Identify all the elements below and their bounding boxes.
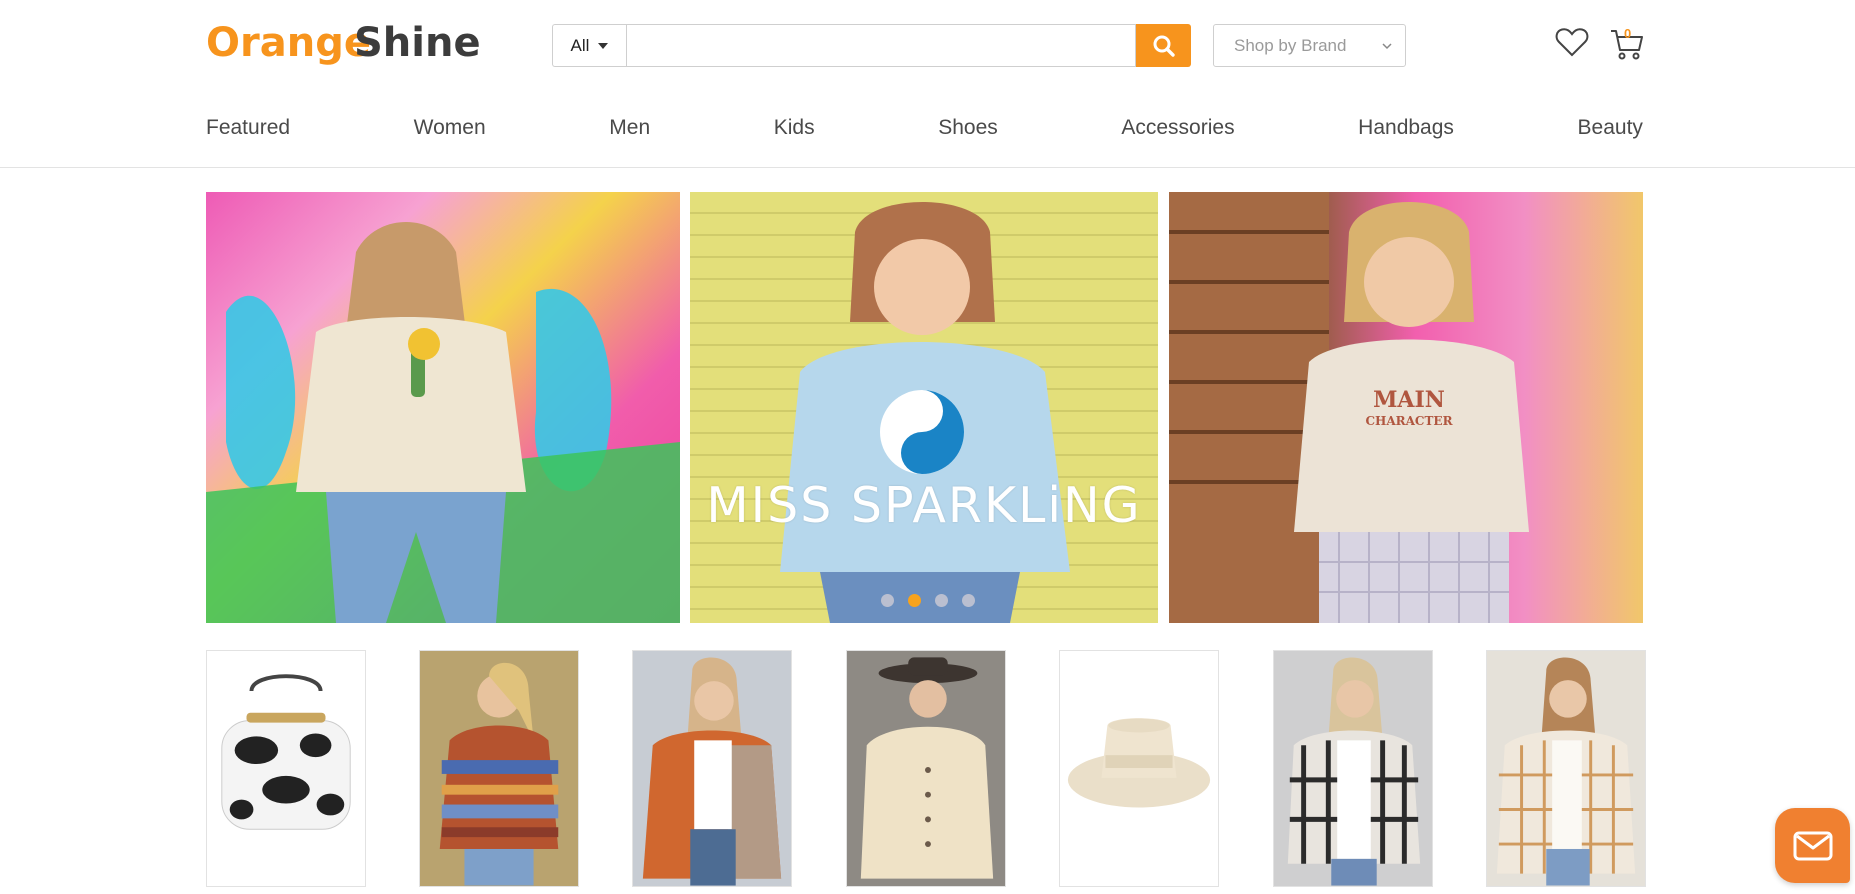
envelope-icon [1793, 831, 1832, 860]
hero-image-right[interactable]: MAIN CHARACTER [1169, 192, 1643, 623]
product-image [1287, 657, 1421, 886]
hero-image-center[interactable]: MISS SPARKLiNG [690, 192, 1158, 623]
shop-by-brand-value: Shop by Brand [1234, 35, 1347, 55]
search-bar: All [552, 24, 1191, 67]
nav-item-men[interactable]: Men [609, 116, 650, 146]
wishlist-button[interactable] [1555, 26, 1589, 58]
product-image [1496, 657, 1636, 886]
logo[interactable]: Orange Shine [206, 18, 486, 68]
product-image [221, 674, 351, 830]
svg-text:CHARACTER: CHARACTER [1365, 414, 1453, 428]
product-card-fedora-hat[interactable] [1059, 650, 1219, 887]
carousel-dot-1[interactable] [881, 594, 894, 607]
caret-down-icon [598, 42, 609, 49]
main-nav: Featured Women Men Kids Shoes Accessorie… [206, 116, 1643, 146]
product-card-plaid-hoodie[interactable] [1273, 650, 1433, 887]
product-image [439, 662, 559, 886]
carousel-dot-3[interactable] [935, 594, 948, 607]
shop-by-brand-select[interactable]: Shop by Brand [1213, 24, 1406, 67]
product-strip [206, 650, 1646, 890]
hero-image-left[interactable] [206, 192, 680, 623]
carousel-dot-4[interactable] [962, 594, 975, 607]
nav-item-accessories[interactable]: Accessories [1121, 116, 1234, 146]
carousel-dot-2[interactable] [908, 594, 921, 607]
hero-slide-text: MISS SPARKLiNG [706, 477, 1142, 534]
heart-icon [1555, 28, 1589, 57]
product-card-cream-jacket[interactable] [846, 650, 1006, 887]
search-input[interactable] [626, 24, 1136, 67]
search-icon [1153, 35, 1175, 57]
product-image [642, 657, 782, 886]
product-card-aztec-shacket[interactable] [419, 650, 579, 887]
nav-item-handbags[interactable]: Handbags [1358, 116, 1454, 146]
search-button[interactable] [1136, 24, 1191, 67]
search-category-value: All [570, 35, 590, 55]
site-header: Orange Shine All Shop by Brand 0 Feature… [0, 0, 1855, 168]
carousel-dots [206, 594, 1643, 607]
chat-button[interactable] [1775, 808, 1850, 883]
search-category-dropdown[interactable]: All [552, 24, 626, 67]
product-image [860, 657, 994, 879]
nav-item-women[interactable]: Women [414, 116, 486, 146]
svg-text:MAIN: MAIN [1373, 387, 1445, 413]
product-card-plaid-flannel[interactable] [1486, 650, 1646, 887]
hero-carousel[interactable]: MISS SPARKLiNG MAIN CHARACTER [206, 192, 1643, 623]
logo-text-shine: Shine [354, 21, 481, 65]
logo-text-orange: Orange [206, 21, 371, 65]
nav-item-beauty[interactable]: Beauty [1578, 116, 1643, 146]
nav-item-featured[interactable]: Featured [206, 116, 290, 146]
chevron-down-icon [1382, 43, 1392, 50]
cart-count-badge: 0 [1624, 26, 1632, 41]
nav-item-shoes[interactable]: Shoes [938, 116, 998, 146]
product-card-colorblock-cardigan[interactable] [632, 650, 792, 887]
product-card-backpack[interactable] [206, 650, 366, 887]
nav-item-kids[interactable]: Kids [774, 116, 815, 146]
product-image [1067, 718, 1211, 808]
